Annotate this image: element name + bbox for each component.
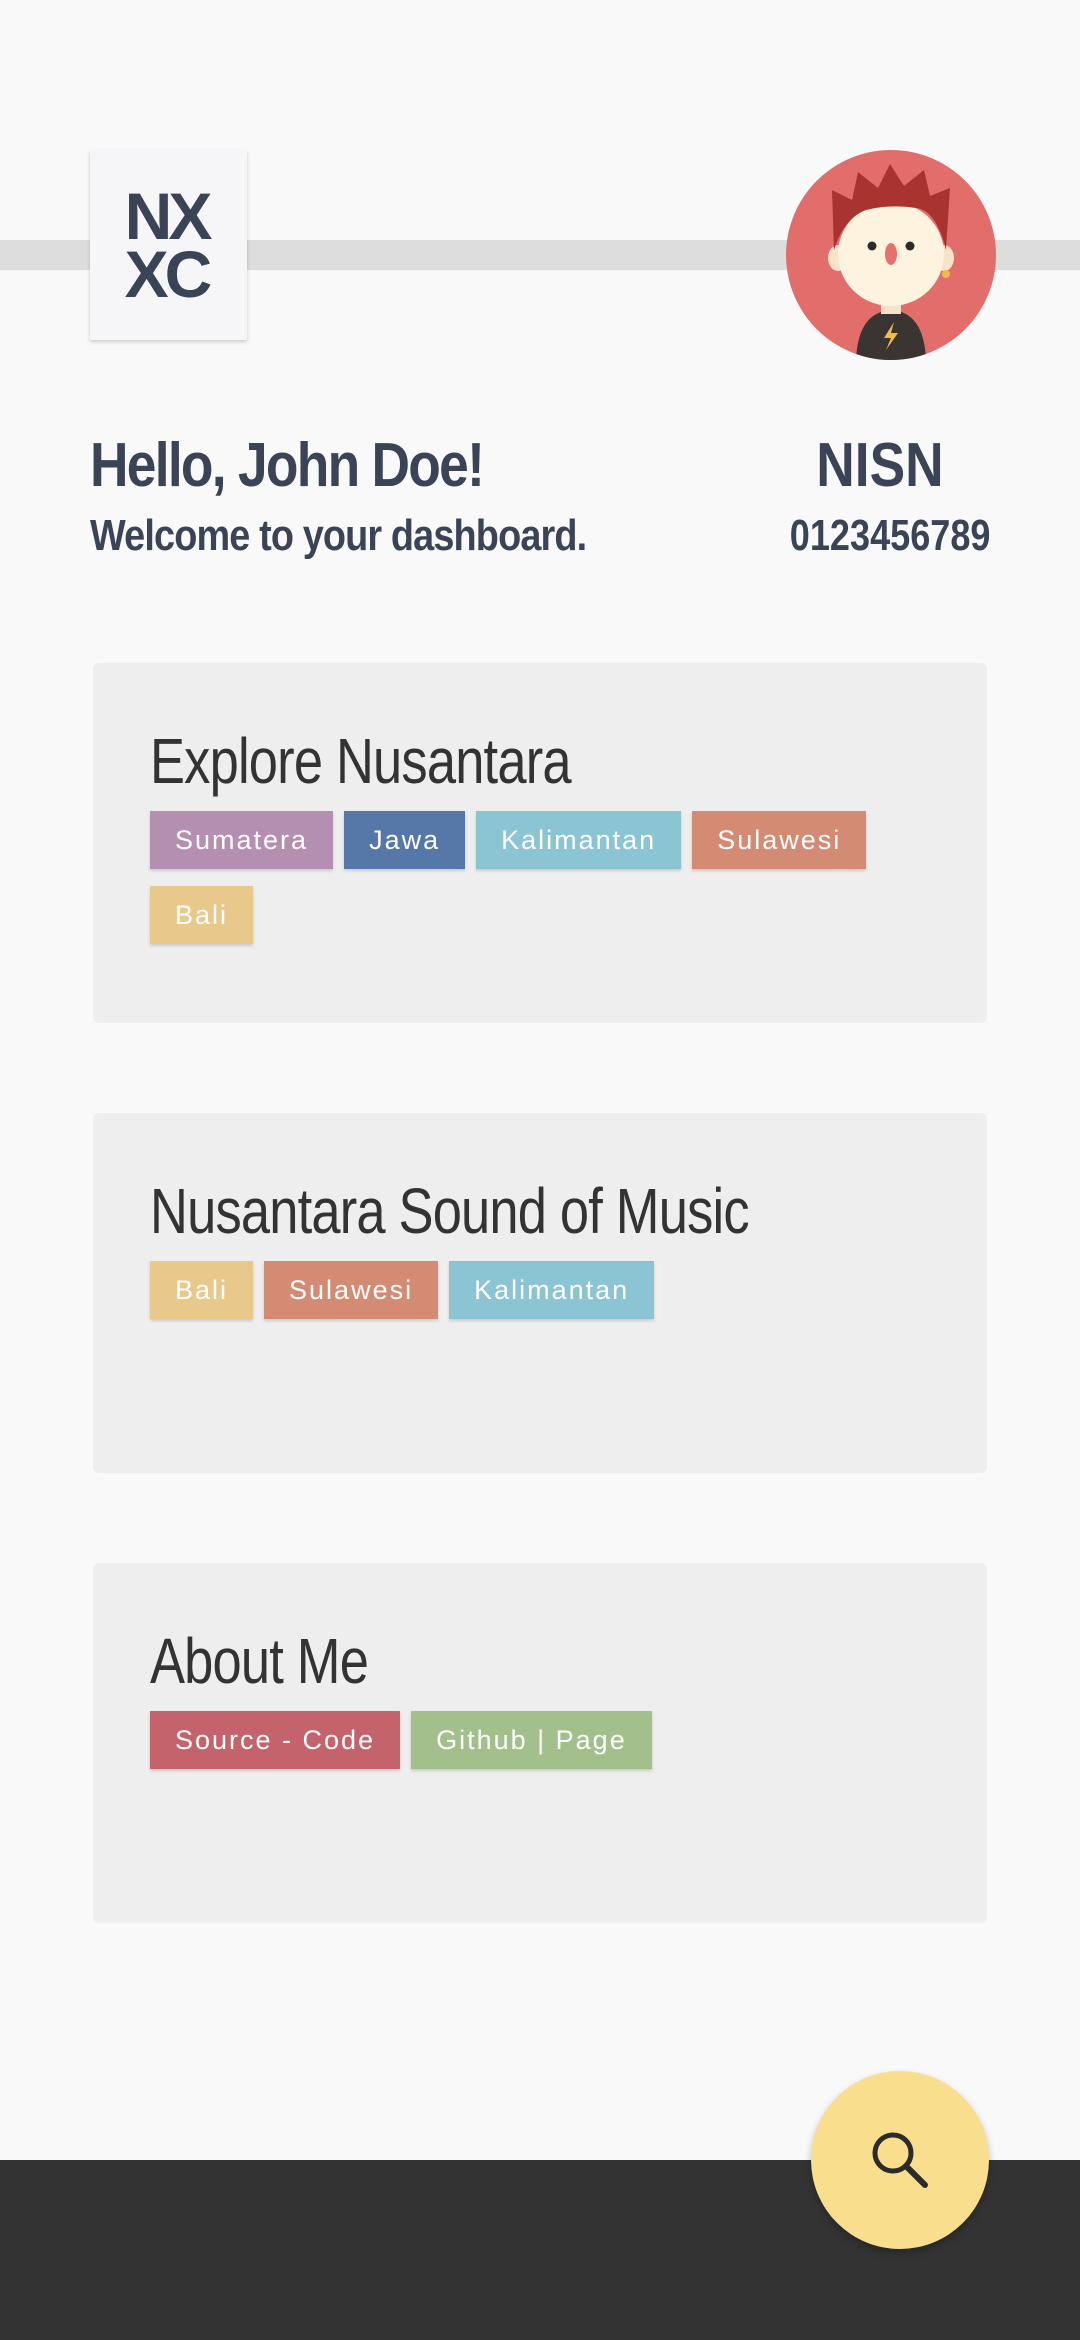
tag-sulawesi[interactable]: Sulawesi	[692, 811, 867, 869]
card-title: About Me	[150, 1625, 369, 1697]
tag-github-page[interactable]: Github | Page	[411, 1711, 652, 1769]
search-button[interactable]	[811, 2071, 989, 2249]
tag-list: Source - Code Github | Page	[150, 1711, 910, 1786]
app-logo[interactable]: NX XC	[90, 150, 247, 340]
tag-kalimantan[interactable]: Kalimantan	[476, 811, 682, 869]
tag-bali[interactable]: Bali	[150, 886, 254, 944]
student-id: NISN 0123456789	[770, 430, 991, 566]
avatar-illustration	[828, 164, 954, 360]
greeting: Hello, John Doe! Welcome to your dashboa…	[90, 430, 667, 566]
card-nusantara-sound-of-music[interactable]: Nusantara Sound of Music Bali Sulawesi Kal…	[93, 1113, 987, 1473]
tag-bali[interactable]: Bali	[150, 1261, 254, 1319]
tag-list: Bali Sulawesi Kalimantan	[150, 1261, 910, 1336]
tag-list: Sumatera Jawa Kalimantan Sulawesi Bali	[150, 811, 910, 961]
tag-jawa[interactable]: Jawa	[344, 811, 466, 869]
tag-sumatera[interactable]: Sumatera	[150, 811, 334, 869]
search-icon	[872, 2132, 928, 2188]
card-title: Explore Nusantara	[150, 725, 572, 797]
student-id-value: 0123456789	[789, 511, 991, 560]
student-id-label: NISN	[816, 431, 944, 500]
greeting-subtitle: Welcome to your dashboard.	[90, 511, 587, 560]
tag-sulawesi[interactable]: Sulawesi	[264, 1261, 439, 1319]
card-about-me[interactable]: About Me Source - Code Github | Page	[93, 1563, 987, 1923]
greeting-title: Hello, John Doe!	[90, 431, 485, 500]
card-explore-nusantara[interactable]: Explore Nusantara Sumatera Jawa Kalimantan…	[93, 663, 987, 1023]
avatar[interactable]	[786, 150, 996, 360]
tag-kalimantan[interactable]: Kalimantan	[449, 1261, 655, 1319]
tag-source-code[interactable]: Source - Code	[150, 1711, 401, 1769]
logo-text: NX XC	[124, 179, 213, 311]
card-title: Nusantara Sound of Music	[150, 1175, 750, 1247]
